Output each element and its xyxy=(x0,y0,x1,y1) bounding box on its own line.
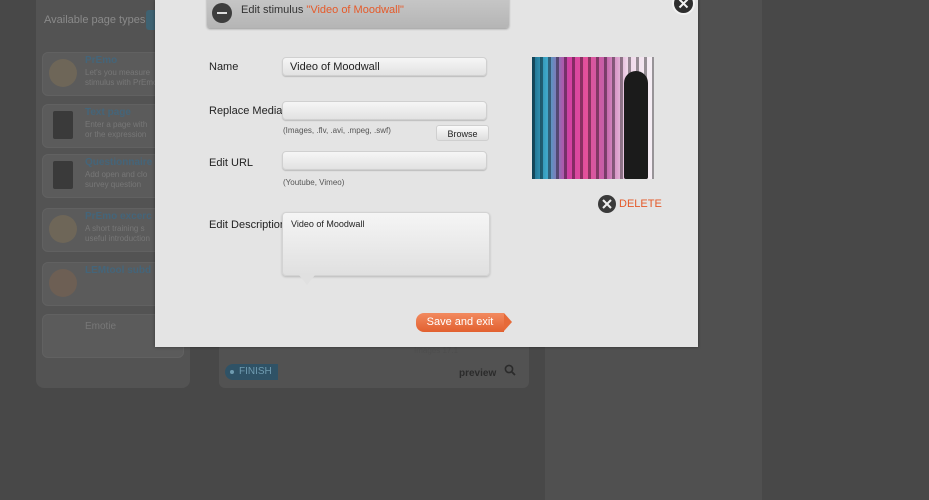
dialog-title-stimulus-name: "Video of Moodwall" xyxy=(306,4,404,16)
page-type-desc: Add open and clo survey question xyxy=(85,170,148,189)
page-types-title: Available page types xyxy=(44,14,146,26)
replace-media-label: Replace Media xyxy=(209,105,283,117)
collapse-icon[interactable] xyxy=(212,3,232,23)
finish-marker[interactable]: FINISH xyxy=(225,364,278,380)
page-list-info: Images 17.1 xyxy=(414,346,459,355)
dialog-title: Edit stimulus "Video of Moodwall" xyxy=(241,4,404,16)
edit-url-label: Edit URL xyxy=(209,157,254,169)
questionnaire-icon xyxy=(53,161,73,189)
save-and-exit-button[interactable]: Save and exit xyxy=(416,313,512,332)
premo-avatar-icon xyxy=(49,59,77,87)
document-icon xyxy=(53,111,73,139)
lemtool-avatar-icon xyxy=(49,269,77,297)
browse-button[interactable]: Browse xyxy=(436,125,489,141)
edit-stimulus-dialog: Edit stimulus "Video of Moodwall" Name V… xyxy=(155,0,698,347)
media-hint: (Images, .flv, .avi, .mpeg, .swf) xyxy=(283,126,391,135)
thumbnail-silhouette xyxy=(624,71,648,179)
delete-icon xyxy=(598,195,616,213)
dialog-title-prefix: Edit stimulus xyxy=(241,4,307,16)
premo-avatar-icon xyxy=(49,215,77,243)
delete-label: DELETE xyxy=(619,198,662,210)
page-type-name: PrEmo xyxy=(85,55,118,66)
page-type-desc: Let's you measure stimulus with PrEmo xyxy=(85,68,158,87)
page-type-name: LEMtool subd xyxy=(85,265,152,276)
replace-media-field[interactable] xyxy=(282,101,487,120)
page-type-desc: A short training s useful introduction xyxy=(85,224,150,243)
description-pointer xyxy=(299,275,315,285)
dialog-header: Edit stimulus "Video of Moodwall" xyxy=(207,0,509,28)
edit-description-label: Edit Description xyxy=(209,219,287,231)
preview-link[interactable]: preview xyxy=(459,368,496,379)
search-icon[interactable] xyxy=(504,364,516,376)
url-hint: (Youtube, Vimeo) xyxy=(283,178,345,187)
page-type-name: Text page xyxy=(85,107,131,118)
page-type-name: PrEmo excerc xyxy=(85,211,152,222)
name-label: Name xyxy=(209,61,239,73)
stimulus-thumbnail xyxy=(532,57,654,179)
page-type-desc: Enter a page with or the expression xyxy=(85,120,148,139)
edit-url-field[interactable] xyxy=(282,151,487,170)
description-field[interactable]: Video of Moodwall xyxy=(282,212,490,276)
page-type-name: Questionnaire xyxy=(85,157,153,168)
page-type-name: Emotie xyxy=(85,321,117,332)
name-field[interactable]: Video of Moodwall xyxy=(282,57,487,76)
